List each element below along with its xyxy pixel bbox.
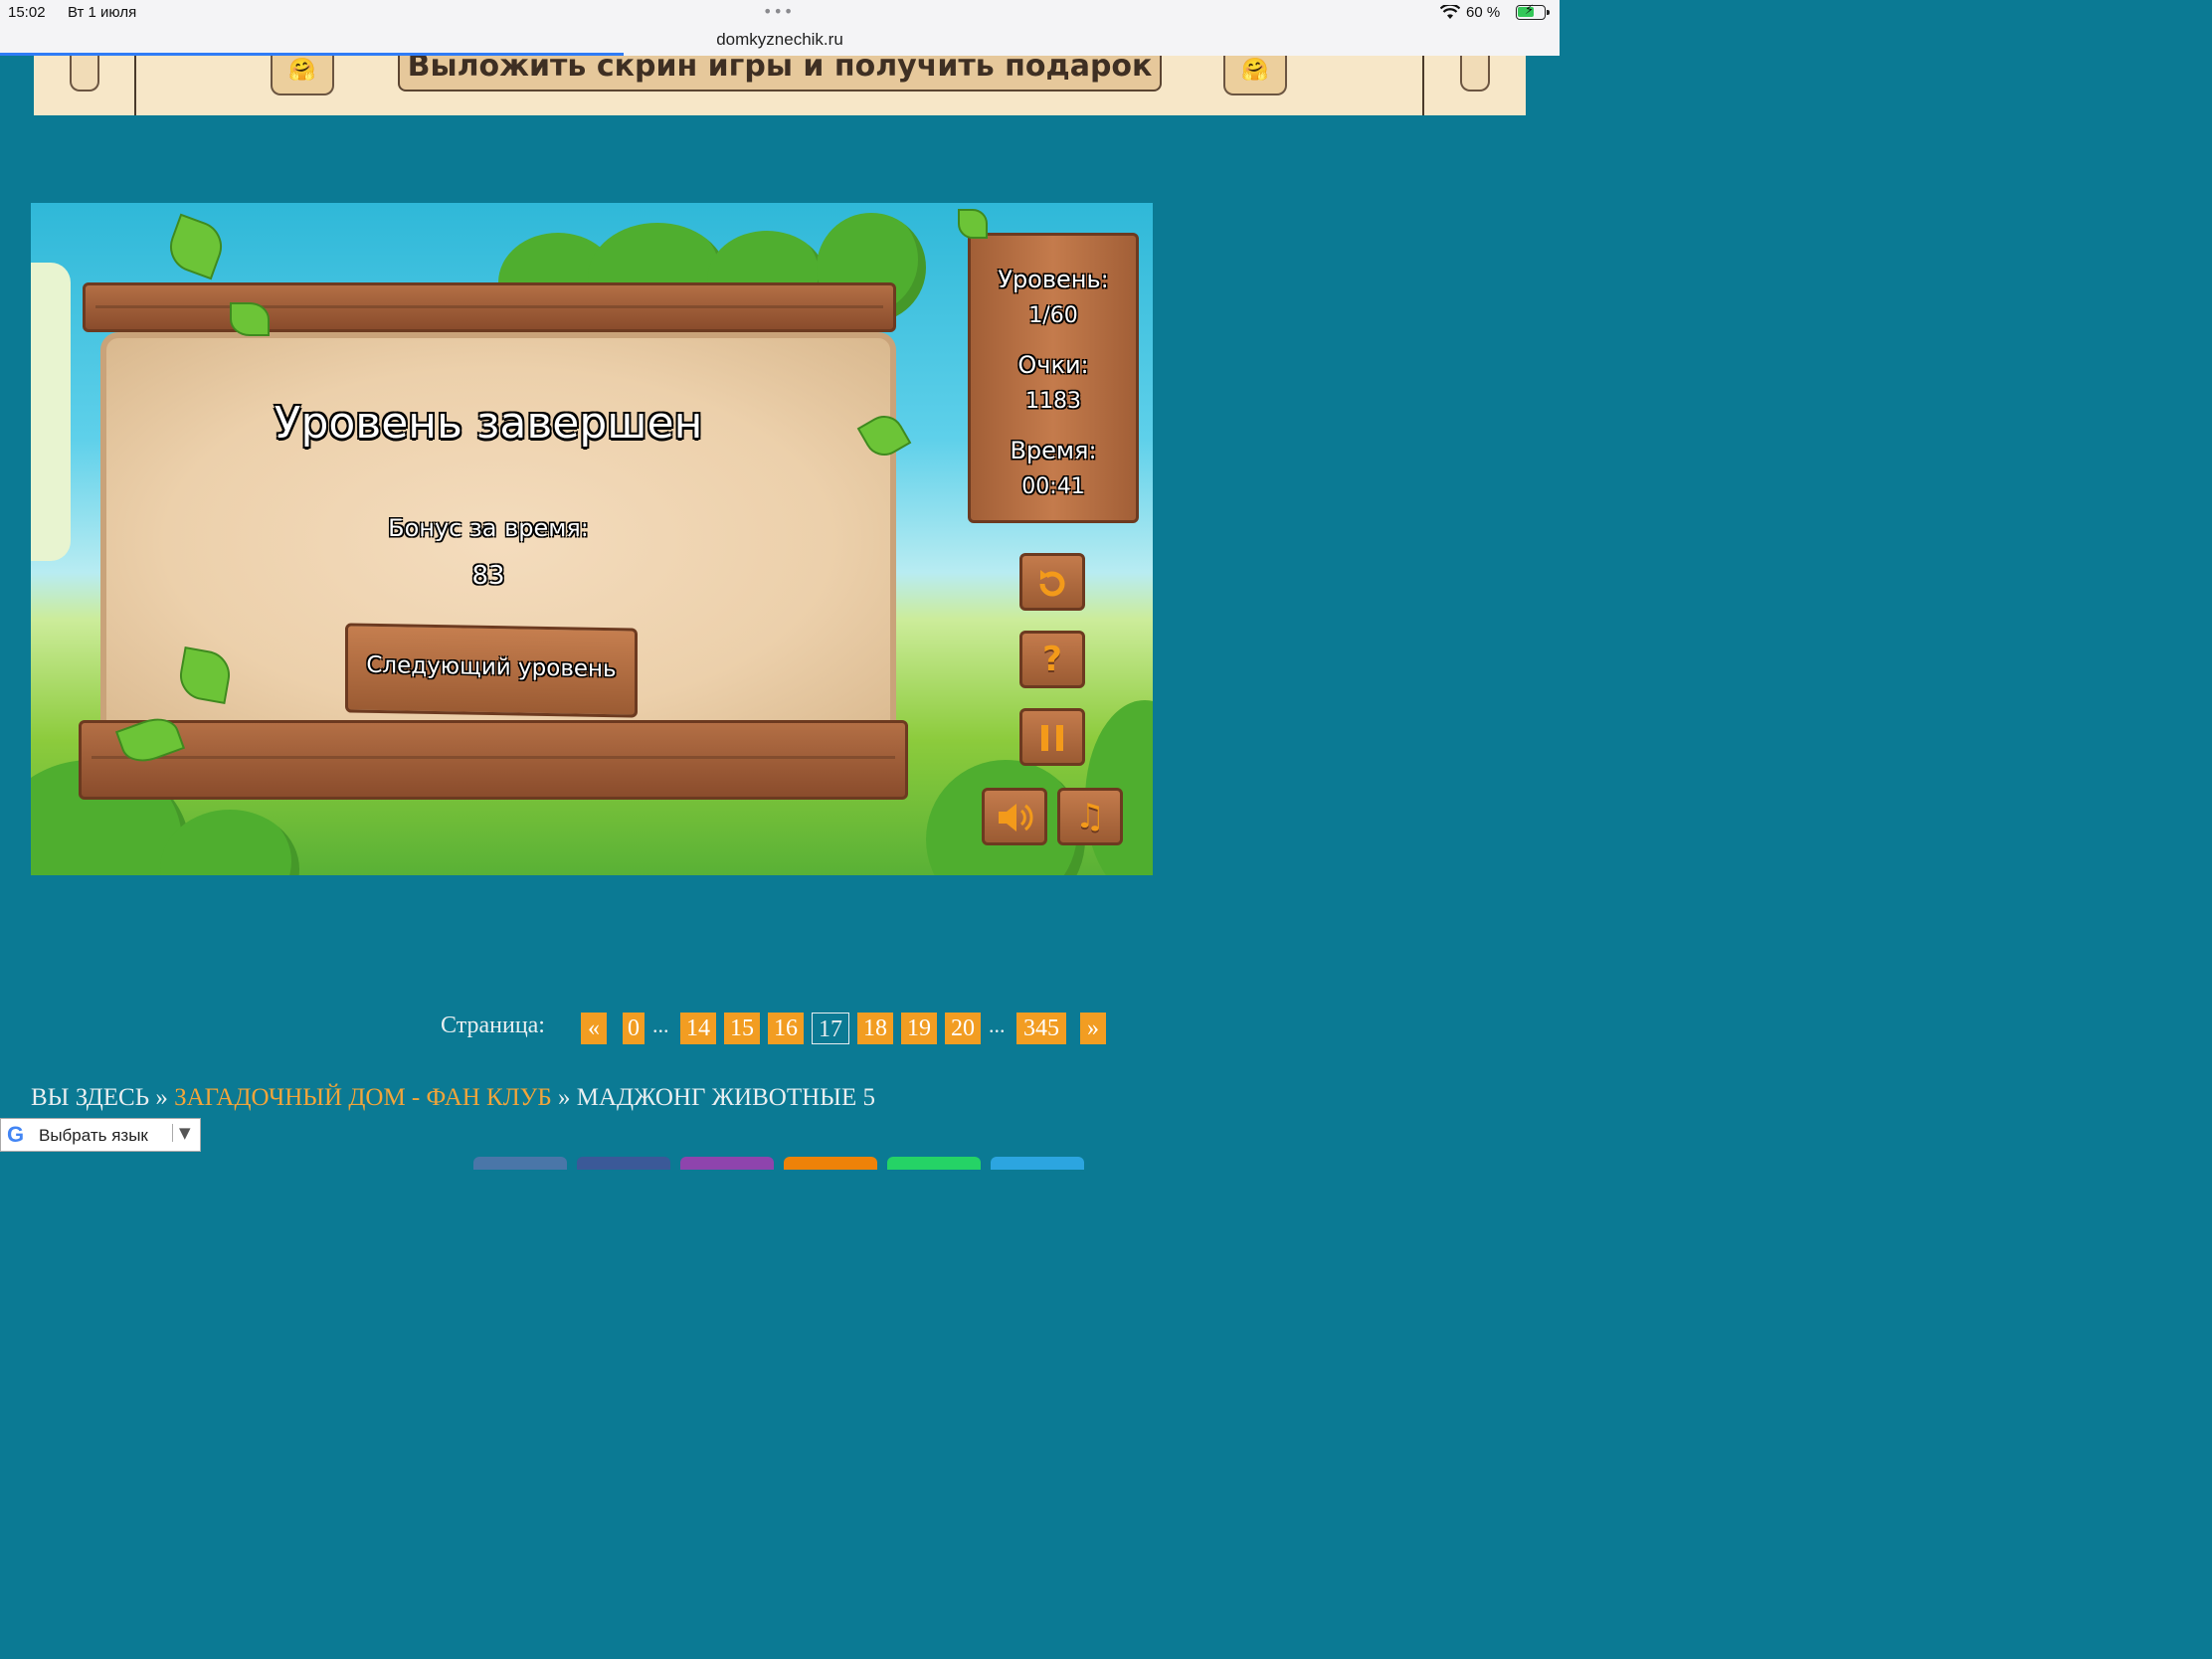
page-link[interactable]: 19	[901, 1013, 937, 1044]
leaf-decoration	[230, 302, 270, 336]
next-level-button[interactable]: Следующий уровень	[345, 623, 638, 718]
speaker-icon	[999, 804, 1033, 831]
time-bonus-label: Бонус за время:	[388, 514, 589, 542]
pagination-label: Страница:	[441, 1013, 545, 1038]
time-label: Время:	[1010, 437, 1097, 464]
help-button[interactable]: ?	[1019, 631, 1085, 688]
page-link[interactable]: 20	[945, 1013, 981, 1044]
tree-trunk	[31, 263, 71, 561]
next-level-label: Следующий уровень	[366, 651, 617, 683]
hug-emoji-icon: 🤗	[1223, 56, 1287, 95]
banner-peg	[1460, 56, 1490, 92]
breadcrumb-separator: »	[557, 1084, 571, 1111]
share-ok-button[interactable]	[784, 1157, 877, 1170]
pagination: Страница: « 0 ... 14 15 16 17 18 19 20 .…	[0, 1013, 1560, 1046]
page-link[interactable]: 345	[1016, 1013, 1066, 1044]
music-button[interactable]: ♫	[1057, 788, 1123, 845]
question-icon: ?	[1042, 640, 1062, 679]
page-link[interactable]: 0	[623, 1013, 645, 1044]
dropdown-arrow-icon: ▼	[172, 1124, 191, 1142]
top-plank	[83, 282, 896, 332]
page-ellipsis: ...	[989, 1013, 1006, 1037]
page-prev-link[interactable]: «	[581, 1013, 607, 1044]
current-page: 17	[812, 1013, 849, 1044]
browser-status-bar: 15:02 Вт 1 июля ••• 60 % ⚡ domkyznechik.…	[0, 0, 1560, 56]
score-value: 1183	[1025, 389, 1081, 414]
share-facebook-button[interactable]	[577, 1157, 670, 1170]
leaf-decoration	[958, 209, 988, 239]
share-telegram-button[interactable]	[991, 1157, 1084, 1170]
game-canvas[interactable]: Уровень завершен Бонус за время: 83 След…	[31, 203, 1153, 875]
level-value: 1/60	[1028, 303, 1078, 328]
more-dots-icon[interactable]: •••	[763, 2, 794, 21]
restart-icon	[1039, 570, 1065, 597]
page-next-link[interactable]: »	[1080, 1013, 1106, 1044]
bottom-plank	[79, 720, 908, 800]
page-ellipsis: ...	[652, 1013, 669, 1037]
clock: 15:02	[8, 4, 46, 21]
share-whatsapp-button[interactable]	[887, 1157, 981, 1170]
music-note-icon: ♫	[1074, 797, 1106, 836]
time-bonus-value: 83	[471, 561, 505, 591]
promo-banner: 🤗 🤗 Выложить скрин игры и получить подар…	[34, 56, 1526, 115]
breadcrumb-you-are-here: ВЫ ЗДЕСЬ	[31, 1084, 150, 1111]
language-selector-label: Выбрать язык	[39, 1126, 148, 1145]
promo-banner-link[interactable]: Выложить скрин игры и получить подарок	[398, 56, 1162, 92]
address-bar[interactable]: domkyznechik.ru	[0, 30, 1560, 50]
leaf-decoration	[162, 213, 230, 280]
breadcrumb: ВЫ ЗДЕСЬ » ЗАГАДОЧНЫЙ ДОМ - ФАН КЛУБ » М…	[31, 1084, 875, 1112]
page-link[interactable]: 15	[724, 1013, 760, 1044]
pause-button[interactable]	[1019, 708, 1085, 766]
banner-divider	[1422, 56, 1424, 115]
hug-emoji-icon: 🤗	[271, 56, 334, 95]
breadcrumb-club-link[interactable]: ЗАГАДОЧНЫЙ ДОМ - ФАН КЛУБ	[174, 1084, 552, 1111]
pause-icon	[1041, 725, 1063, 751]
stats-board: Уровень: 1/60 Очки: 1183 Время: 00:41	[968, 233, 1139, 523]
banner-divider	[134, 56, 136, 115]
share-vk-button[interactable]	[473, 1157, 567, 1170]
score-label: Очки:	[1017, 351, 1089, 379]
time-value: 00:41	[1021, 474, 1085, 499]
date: Вт 1 июля	[68, 4, 137, 21]
level-label: Уровень:	[998, 266, 1109, 293]
sound-button[interactable]	[982, 788, 1047, 845]
page-link[interactable]: 16	[768, 1013, 804, 1044]
wifi-icon	[1440, 5, 1460, 19]
battery-percent: 60 %	[1466, 4, 1501, 21]
banner-peg	[70, 56, 99, 92]
level-complete-title: Уровень завершен	[274, 398, 703, 449]
google-logo-icon: G	[7, 1122, 25, 1147]
page-link[interactable]: 14	[680, 1013, 716, 1044]
share-viber-button[interactable]	[680, 1157, 774, 1170]
language-selector[interactable]: G Выбрать язык ▼	[0, 1118, 201, 1152]
breadcrumb-separator: »	[155, 1084, 168, 1111]
page-link[interactable]: 18	[857, 1013, 893, 1044]
restart-button[interactable]	[1019, 553, 1085, 611]
breadcrumb-current: МАДЖОНГ ЖИВОТНЫЕ 5	[576, 1084, 875, 1111]
battery-icon: ⚡	[1516, 3, 1550, 20]
